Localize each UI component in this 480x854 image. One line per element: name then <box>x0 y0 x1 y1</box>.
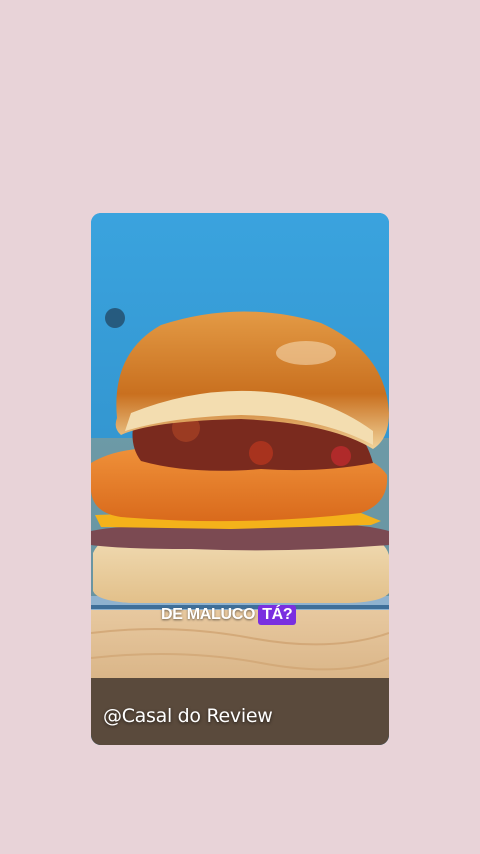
story-card[interactable]: DE MALUCO TÁ? @Casal do Review <box>91 213 389 745</box>
caption-highlight: TÁ? <box>258 605 297 625</box>
watermark-handle: @Casal do Review <box>103 705 273 727</box>
burger-photo <box>91 213 389 745</box>
caption-text: DE MALUCO <box>161 606 256 623</box>
story-caption: DE MALUCO TÁ? <box>159 603 297 627</box>
